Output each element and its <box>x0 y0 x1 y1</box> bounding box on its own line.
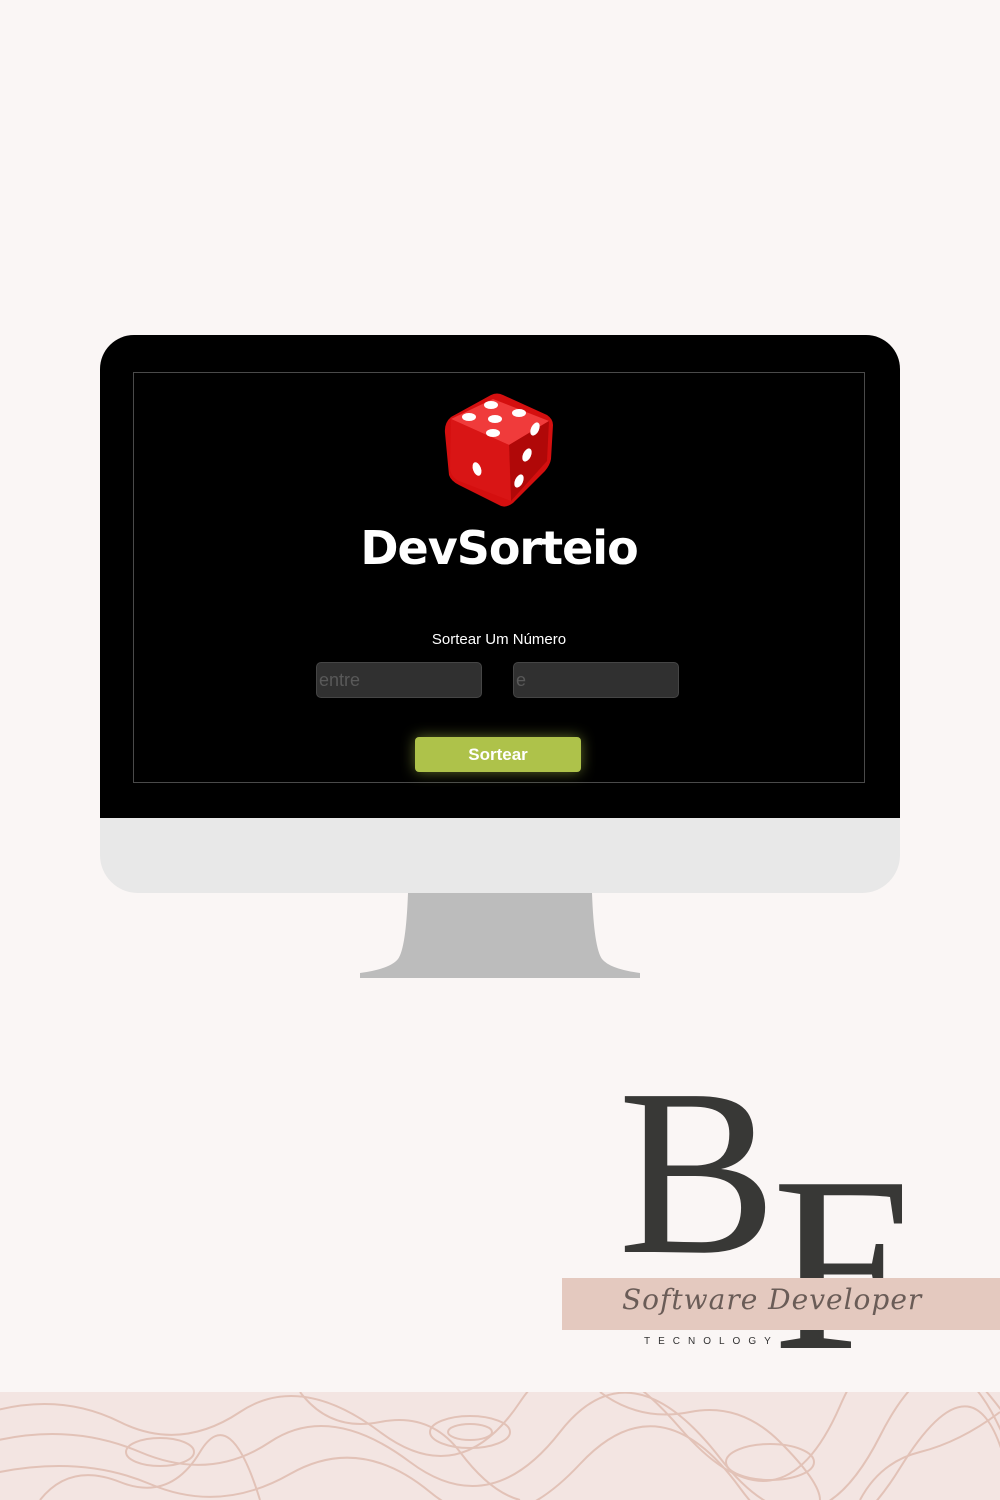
logo-tagline: TECNOLOGY <box>644 1336 779 1347</box>
monitor-chin <box>100 818 900 893</box>
logo-letter-f: F <box>772 1126 912 1403</box>
draw-button[interactable]: Sortear <box>415 737 581 772</box>
dice-icon <box>444 393 553 507</box>
bf-logo: F B Software Developer TECNOLOGY <box>560 1054 1000 1390</box>
logo-letter-b: B <box>618 1041 777 1304</box>
topographic-pattern <box>0 1392 1000 1500</box>
range-from-input[interactable] <box>316 662 482 698</box>
monitor-stand <box>360 893 640 978</box>
draw-number-label: Sortear Um Número <box>431 631 567 648</box>
app-screen: DevSorteio Sortear Um Número Sortear <box>133 372 865 783</box>
app-title: DevSorteio <box>360 521 638 575</box>
range-to-input[interactable] <box>513 662 679 698</box>
logo-script-text: Software Developer <box>622 1283 923 1316</box>
